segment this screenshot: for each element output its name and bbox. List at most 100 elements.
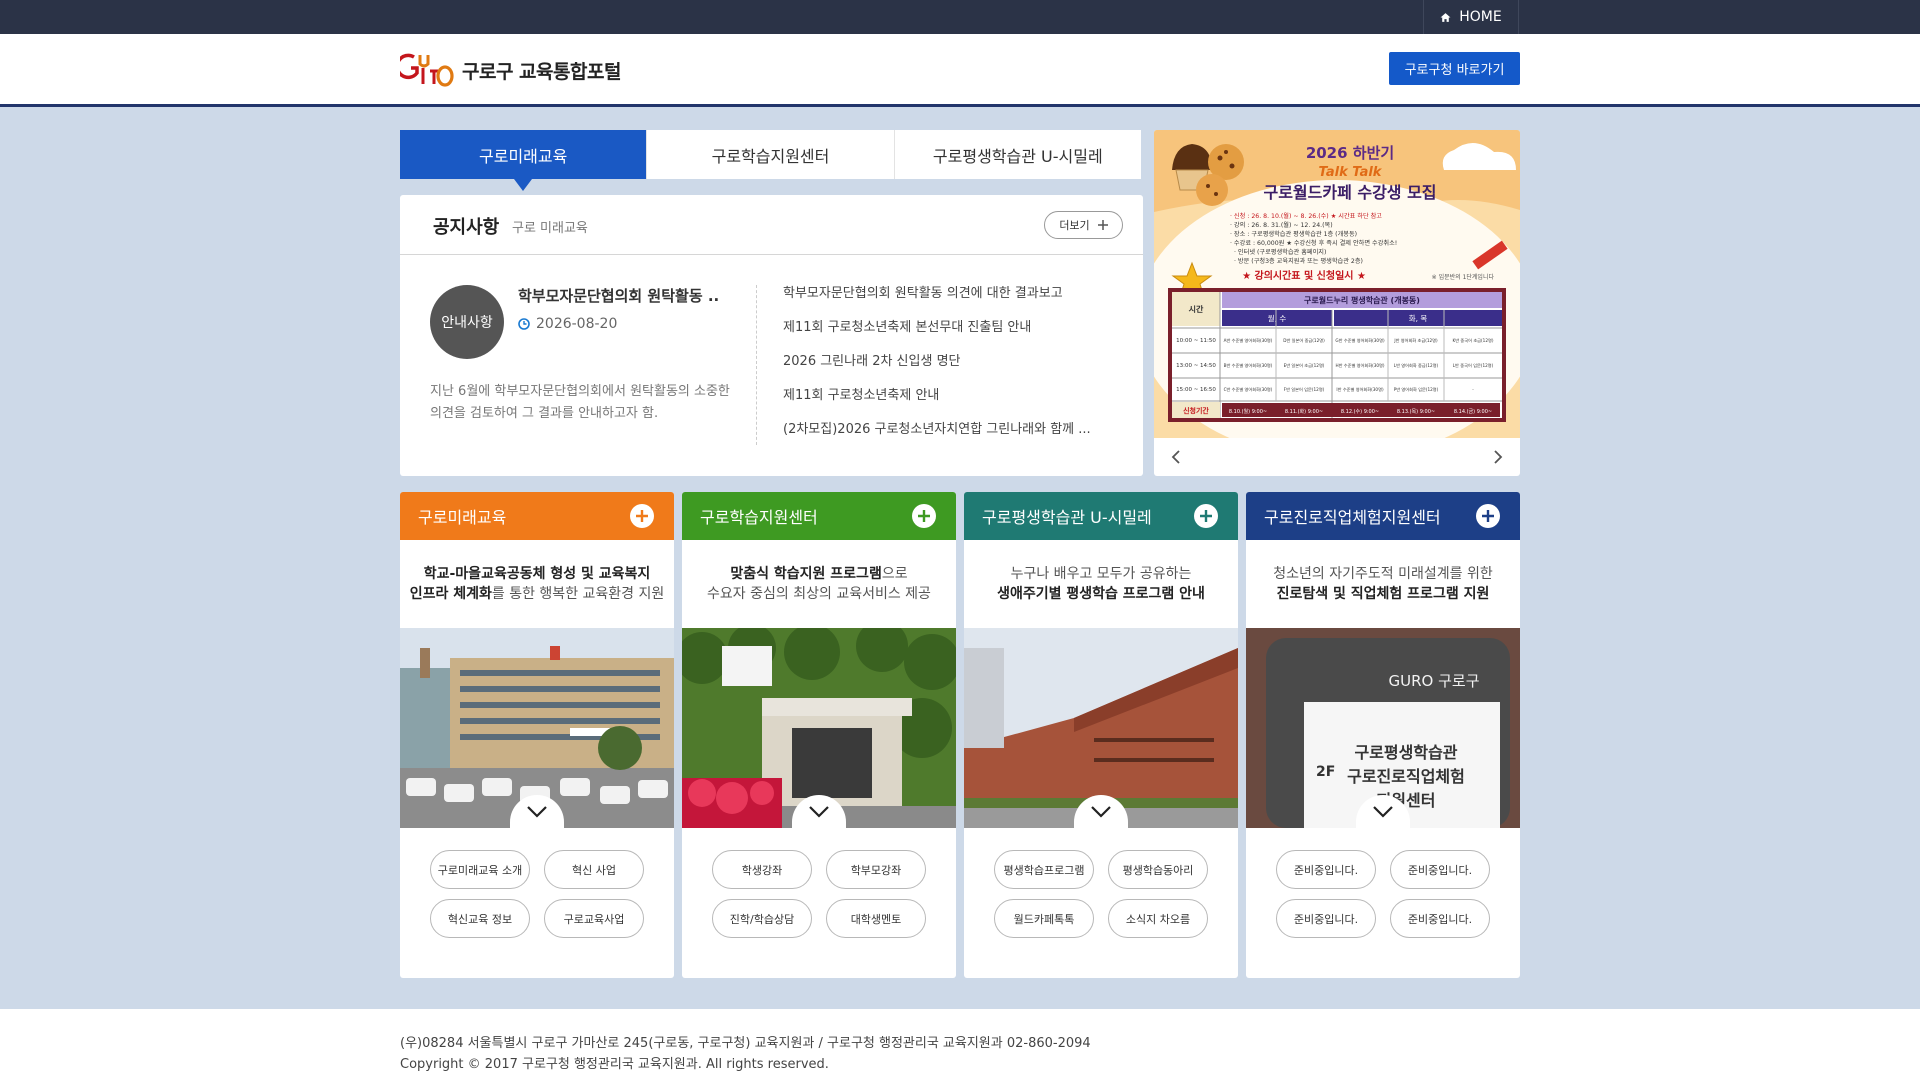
notice-list-item[interactable]: 제11회 구로청소년축제 본선무대 진출팀 안내 <box>783 315 1091 349</box>
card-links: 구로미래교육 소개 혁신 사업 혁신교육 정보 구로교육사업 <box>430 850 650 938</box>
timetable-cell: L반 영어회화 중급(12명) <box>1394 362 1439 369</box>
featured-notice-summary: 지난 6월에 학부모자문단협의회에서 원탁활동의 소중한 의견을 검토하여 그 … <box>430 384 730 421</box>
card-guro-career-center: 구로진로직업체험지원센터 청소년의 자기주도적 미래설계를 위한 진로탐색 및 … <box>1246 492 1520 978</box>
card-header: 구로학습지원센터 <box>682 492 956 540</box>
notice-list-item[interactable]: 제11회 구로청소년축제 안내 <box>783 383 1091 417</box>
notice-list-item[interactable]: (2차모집)2026 구로청소년자치연합 그린나래와 함께 ... <box>783 417 1091 451</box>
link-button[interactable]: 학부모강좌 <box>826 850 926 889</box>
link-button[interactable]: 준비중입니다. <box>1276 899 1376 938</box>
card-description: 맞춤식 학습지원 프로그램으로 수요자 중심의 최상의 교육서비스 제공 <box>682 540 956 628</box>
apply-date: 8.14.(금) 9:00~ <box>1454 409 1492 415</box>
link-button[interactable]: 평생학습프로그램 <box>994 850 1094 889</box>
site-logo[interactable]: 구로구 교육통합포털 <box>400 51 621 89</box>
card-photo-sign: GURO 구로구 2F 구로평생학습관 구로진로직업체험 지원센터 <box>1246 628 1520 828</box>
tab-guro-lifelong-learning[interactable]: 구로평생학습관 U-시밀레 <box>895 130 1141 179</box>
card-desc-text: 맞춤식 학습지원 프로그램 <box>730 566 882 582</box>
timetable-day: 화, 목 <box>1409 314 1428 323</box>
notice-badge: 안내사항 <box>430 285 504 359</box>
card-title: 구로학습지원센터 <box>700 508 818 527</box>
site-footer: (우)08284 서울특별시 구로구 가마산로 245(구로동, 구로구청) 교… <box>0 1009 1920 1080</box>
guro-office-link-button[interactable]: 구로구청 바로가기 <box>1389 52 1520 85</box>
banner-nav <box>1154 438 1520 476</box>
timetable-cell: D반 일본어 중급(12명) <box>1283 337 1325 344</box>
notice-list-item[interactable]: 2026 그린나래 2차 신입생 명단 <box>783 349 1091 383</box>
plus-icon <box>1482 510 1494 522</box>
card-desc-text: 수요자 중심의 최상의 교육서비스 제공 <box>707 586 931 602</box>
link-button[interactable]: 준비중입니다. <box>1276 850 1376 889</box>
featured-notice-title[interactable]: 학부모자문단협의회 원탁활동 .. <box>518 285 719 306</box>
divider <box>756 285 757 445</box>
plus-icon <box>636 510 648 522</box>
timetable-cell: A반 수준별 영어회화(30명) <box>1224 337 1273 344</box>
link-button[interactable]: 평생학습동아리 <box>1108 850 1208 889</box>
chevron-right-icon[interactable] <box>1488 448 1506 466</box>
banner-info: · 수강료 : 60,000원 ★ 수강신청 후 즉시 결제 안하면 수강취소! <box>1230 239 1397 247</box>
link-button[interactable]: 진학/학습상담 <box>712 899 812 938</box>
link-button[interactable]: 소식지 차오름 <box>1108 899 1208 938</box>
featured-notice-date: 2026-08-20 <box>518 316 617 332</box>
card-more-button[interactable] <box>912 504 936 528</box>
link-button[interactable]: 혁신교육 정보 <box>430 899 530 938</box>
card-title: 구로진로직업체험지원센터 <box>1264 508 1441 527</box>
date-value: 2026-08-20 <box>536 316 618 332</box>
card-more-button[interactable] <box>1476 504 1500 528</box>
sign-line: 구로진로직업체험 <box>1347 767 1465 786</box>
footer-copyright: Copyright © 2017 구로구청 행정관리국 교육지원과. All r… <box>400 1057 829 1072</box>
banner-title: 구로월드카페 수강생 모집 <box>1263 183 1436 202</box>
card-title: 구로평생학습관 U-시밀레 <box>982 508 1152 527</box>
link-button[interactable]: 구로교육사업 <box>544 899 644 938</box>
banner-image[interactable]: 2026 하반기 Talk Talk 구로월드카페 수강생 모집 · 신청 : … <box>1154 130 1520 438</box>
card-more-button[interactable] <box>1194 504 1218 528</box>
notice-list: 학부모자문단협의회 원탁활동 의견에 대한 결과보고 제11회 구로청소년축제 … <box>783 281 1091 451</box>
link-button[interactable]: 학생강좌 <box>712 850 812 889</box>
plus-icon <box>1097 220 1108 230</box>
card-more-button[interactable] <box>630 504 654 528</box>
clock-icon <box>518 318 530 330</box>
timetable-time: 13:00 ~ 14:50 <box>1176 363 1216 369</box>
tab-guro-future-education[interactable]: 구로미래교육 <box>400 130 648 191</box>
card-description: 청소년의 자기주도적 미래설계를 위한 진로탐색 및 직업체험 프로그램 지원 <box>1246 540 1520 628</box>
timetable-day: 월, 수 <box>1268 313 1287 323</box>
chevron-down-icon <box>1373 806 1393 818</box>
notice-title: 공지사항 <box>433 217 500 238</box>
tab-guro-learning-center[interactable]: 구로학습지원센터 <box>647 130 895 179</box>
notice-subtitle: 구로 미래교육 <box>512 221 588 236</box>
timetable-cell: J반 영어회화 초급(12명) <box>1393 337 1438 344</box>
timetable-cell: E반 일본어 초급(12명) <box>1284 362 1325 369</box>
footer-address: (우)08284 서울특별시 구로구 가마산로 245(구로동, 구로구청) 교… <box>400 1036 1091 1051</box>
notice-tabs: 구로미래교육 구로학습지원센터 구로평생학습관 U-시밀레 <box>400 130 1141 191</box>
card-links: 학생강좌 학부모강좌 진학/학습상담 대학생멘토 <box>712 850 932 938</box>
card-guro-lifelong-learning: 구로평생학습관 U-시밀레 누구나 배우고 모두가 공유하는 생애주기별 평생학… <box>964 492 1238 978</box>
timetable-time: 15:00 ~ 16:50 <box>1176 387 1216 393</box>
timetable-cell: C반 수준별 영어회화(30명) <box>1224 386 1273 393</box>
home-link[interactable]: HOME <box>1423 0 1519 34</box>
timetable-cell: G반 수준별 영어회화(30명) <box>1335 337 1385 344</box>
top-bar: HOME <box>0 0 1920 34</box>
timetable-cell: B반 수준별 영어회화(30명) <box>1224 362 1273 369</box>
card-desc-text: 를 통한 행복한 교육환경 지원 <box>491 586 665 602</box>
chevron-down-icon <box>527 806 547 818</box>
chevron-left-icon[interactable] <box>1168 448 1186 466</box>
banner-info: · 강의 : 26. 8. 31.(월) ~ 12. 24.(목) <box>1230 221 1333 229</box>
sign-line: 구로평생학습관 <box>1354 743 1457 762</box>
link-button[interactable]: 준비중입니다. <box>1390 899 1490 938</box>
link-button[interactable]: 구로미래교육 소개 <box>430 850 530 889</box>
more-button[interactable]: 더보기 <box>1044 211 1123 239</box>
link-button[interactable]: 대학생멘토 <box>826 899 926 938</box>
chevron-down-icon <box>1091 806 1111 818</box>
sign-logo: GURO 구로구 <box>1389 672 1480 690</box>
card-desc-text: 으로 <box>881 566 908 582</box>
banner-info: · 신청 : 26. 8. 10.(월) ~ 8. 26.(수) ★ 시간표 하… <box>1230 212 1382 220</box>
link-button[interactable]: 혁신 사업 <box>544 850 644 889</box>
link-button[interactable]: 월드카페톡톡 <box>994 899 1094 938</box>
link-button[interactable]: 준비중입니다. <box>1390 850 1490 889</box>
banner-info: · 방문 (구청3층 교육지원과 또는 평생학습관 2층) <box>1234 257 1363 265</box>
card-desc-text: 생애주기별 평생학습 프로그램 안내 <box>997 586 1205 602</box>
card-photo-brick-building <box>964 628 1238 828</box>
notice-list-item[interactable]: 학부모자문단협의회 원탁활동 의견에 대한 결과보고 <box>783 281 1091 315</box>
card-links: 준비중입니다. 준비중입니다. 준비중입니다. 준비중입니다. <box>1276 850 1496 938</box>
card-description: 누구나 배우고 모두가 공유하는 생애주기별 평생학습 프로그램 안내 <box>964 540 1238 628</box>
card-header: 구로진로직업체험지원센터 <box>1246 492 1520 540</box>
card-desc-text: 인프라 체계화 <box>409 586 492 602</box>
timetable-cell: F반 일본어 입문(12명) <box>1284 386 1325 393</box>
